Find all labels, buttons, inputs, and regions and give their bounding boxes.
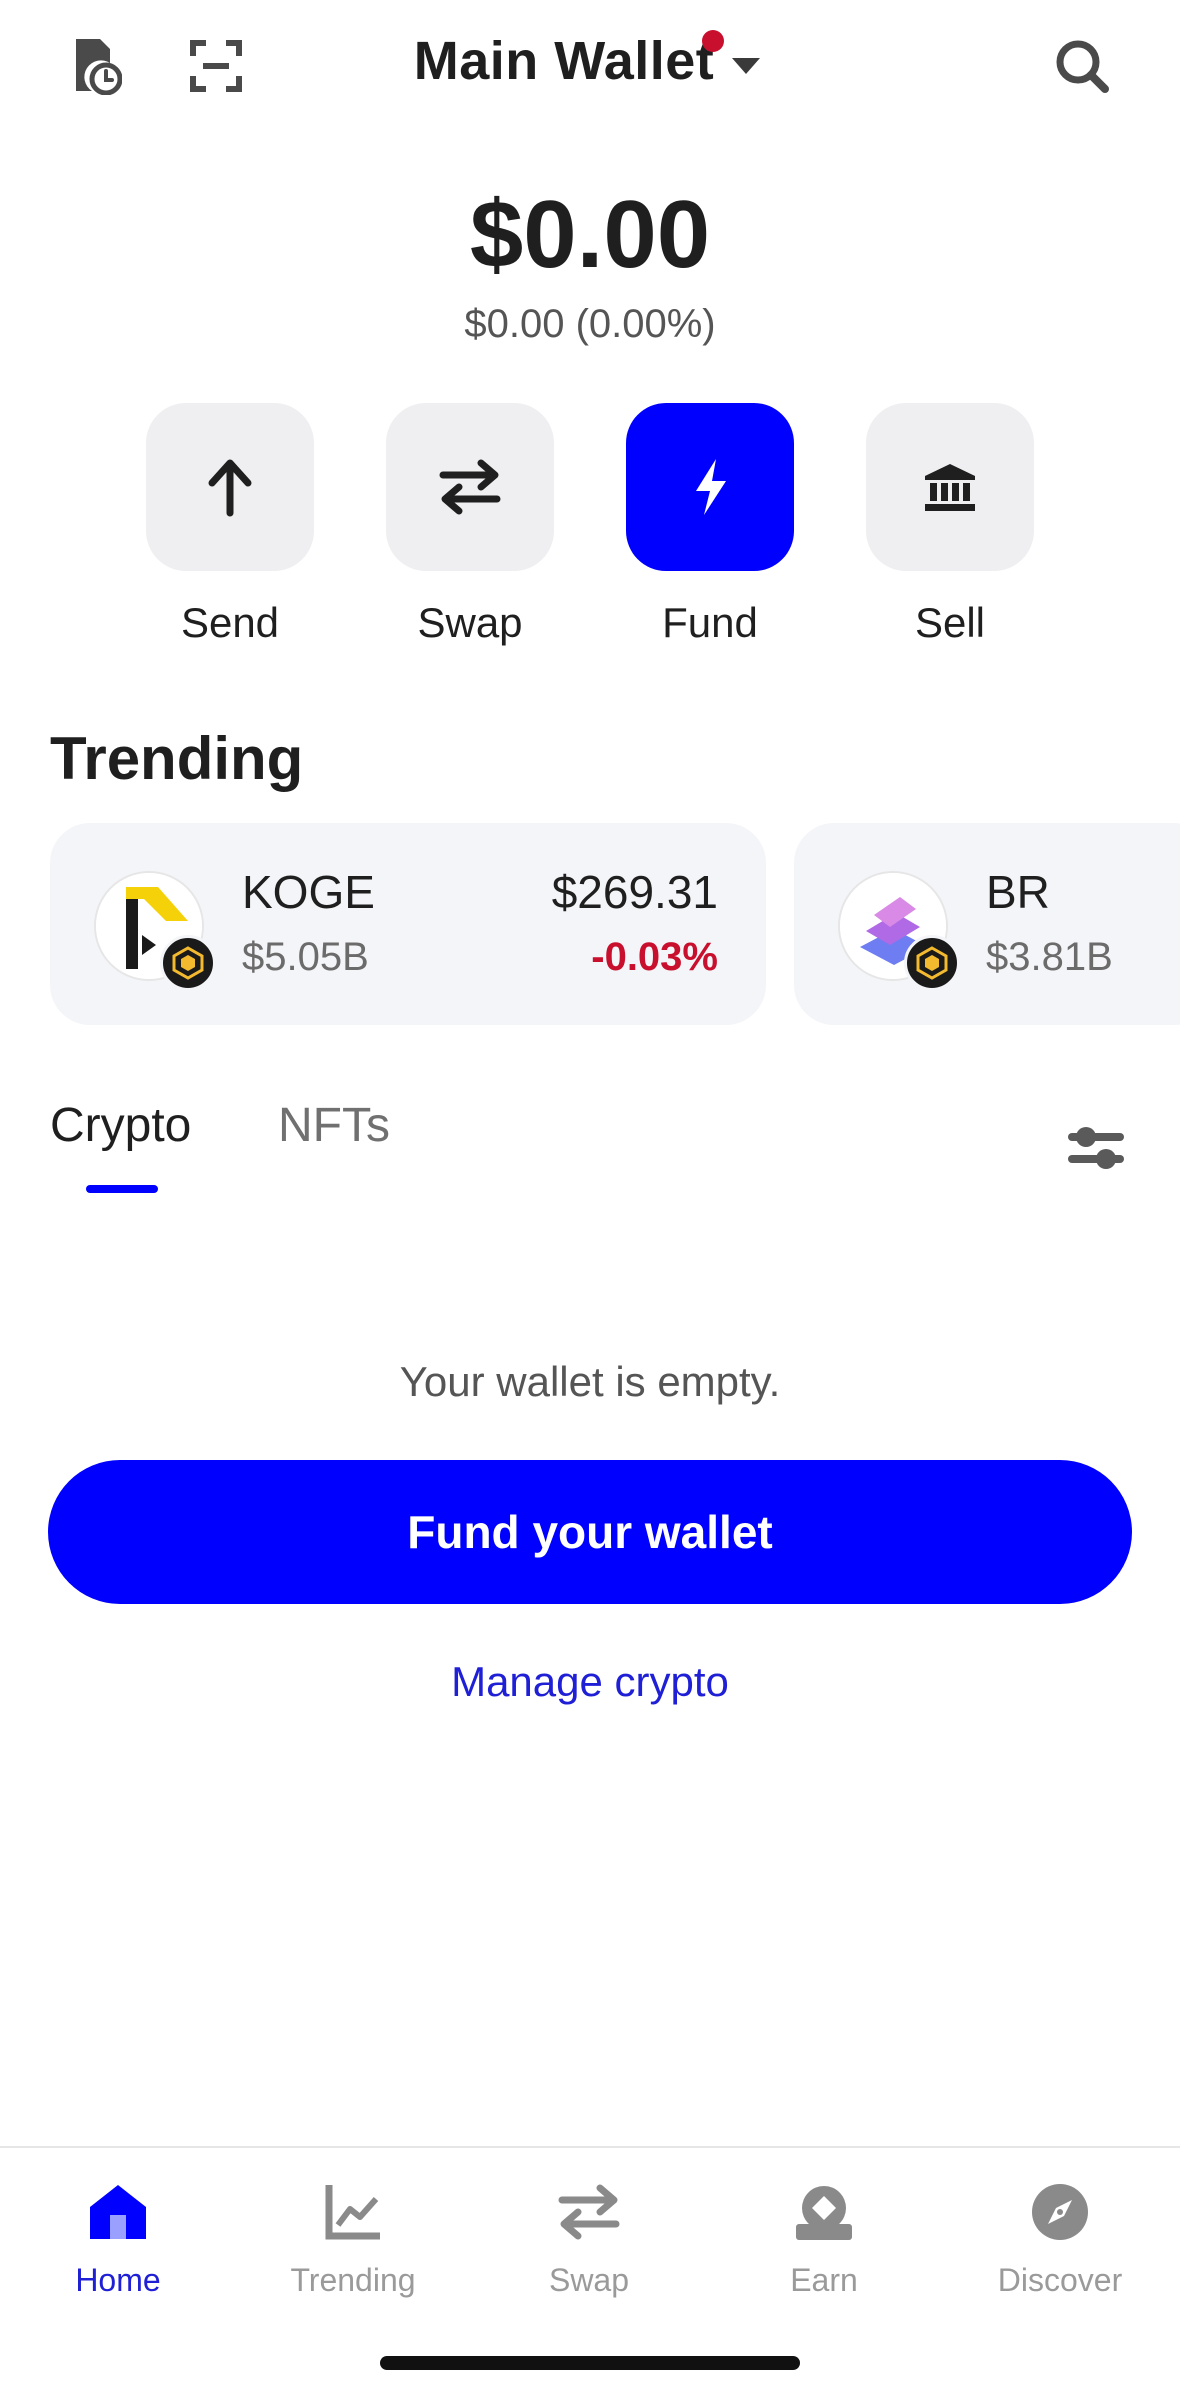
swap-label: Swap bbox=[417, 599, 523, 646]
coin-symbol: KOGE bbox=[242, 866, 375, 918]
nav-trending-label: Trending bbox=[290, 2262, 416, 2298]
fund-action[interactable]: Fund bbox=[626, 403, 794, 647]
send-button[interactable] bbox=[146, 403, 314, 571]
fund-label: Fund bbox=[662, 599, 758, 646]
notification-dot bbox=[702, 30, 725, 52]
bnb-chain-icon bbox=[160, 935, 216, 991]
coin-change: -0.03% bbox=[591, 935, 718, 979]
coin-symbol: BR bbox=[986, 866, 1050, 918]
tab-crypto[interactable]: Crypto bbox=[50, 1098, 191, 1153]
active-tab-indicator bbox=[86, 1185, 158, 1193]
swap-button[interactable] bbox=[386, 403, 554, 571]
home-icon bbox=[78, 2172, 158, 2252]
search-icon[interactable] bbox=[1052, 36, 1112, 96]
earn-icon bbox=[784, 2172, 864, 2252]
sell-label: Sell bbox=[914, 599, 986, 646]
compass-icon bbox=[1020, 2172, 1100, 2252]
nav-discover[interactable]: Discover bbox=[960, 2172, 1160, 2299]
empty-wallet-message: Your wallet is empty. bbox=[399, 1358, 781, 1405]
coin-price: $269.31 bbox=[551, 866, 718, 918]
wallet-selector[interactable]: Main Wallet bbox=[0, 30, 1180, 92]
home-indicator bbox=[380, 2356, 800, 2370]
total-balance: $0.00 bbox=[469, 181, 711, 288]
fund-button[interactable] bbox=[626, 403, 794, 571]
swap-icon bbox=[549, 2172, 629, 2252]
nav-swap-label: Swap bbox=[548, 2262, 630, 2298]
send-label: Send bbox=[180, 599, 280, 646]
send-action[interactable]: Send bbox=[146, 403, 314, 647]
trending-card-koge[interactable]: KOGE $5.05B $269.31 -0.03% bbox=[50, 823, 766, 1025]
trending-title: Trending bbox=[50, 725, 304, 792]
lightning-icon bbox=[696, 459, 726, 515]
nav-swap[interactable]: Swap bbox=[489, 2172, 689, 2299]
nav-home[interactable]: Home bbox=[18, 2172, 218, 2299]
coin-market-cap: $3.81B bbox=[986, 935, 1113, 979]
nav-home-label: Home bbox=[75, 2262, 161, 2298]
arrow-up-icon bbox=[208, 459, 252, 517]
coin-market-cap: $5.05B bbox=[242, 935, 369, 979]
trending-card-br[interactable]: BR $3.81B bbox=[794, 823, 1180, 1025]
manage-crypto-link[interactable]: Manage crypto bbox=[0, 1658, 1180, 1706]
bnb-chain-icon bbox=[904, 935, 960, 991]
bank-icon bbox=[925, 464, 975, 511]
tab-nfts[interactable]: NFTs bbox=[278, 1098, 390, 1153]
filter-settings-icon[interactable] bbox=[1064, 1116, 1128, 1180]
nav-earn-label: Earn bbox=[790, 2262, 858, 2298]
wallet-home-screen: Main Wallet $0.00 $0.00 (0.00%) Send Swa… bbox=[0, 0, 1180, 2396]
swap-icon bbox=[439, 459, 501, 515]
balance-change: $0.00 (0.00%) bbox=[464, 302, 716, 346]
sell-button[interactable] bbox=[866, 403, 1034, 571]
swap-action[interactable]: Swap bbox=[386, 403, 554, 647]
nav-earn[interactable]: Earn bbox=[724, 2172, 924, 2299]
chart-icon bbox=[313, 2172, 393, 2252]
fund-wallet-button[interactable]: Fund your wallet bbox=[48, 1460, 1132, 1604]
wallet-name: Main Wallet bbox=[413, 31, 715, 91]
chevron-down-icon bbox=[732, 58, 761, 74]
nav-trending[interactable]: Trending bbox=[253, 2172, 453, 2299]
nav-discover-label: Discover bbox=[997, 2262, 1123, 2298]
sell-action[interactable]: Sell bbox=[866, 403, 1034, 647]
